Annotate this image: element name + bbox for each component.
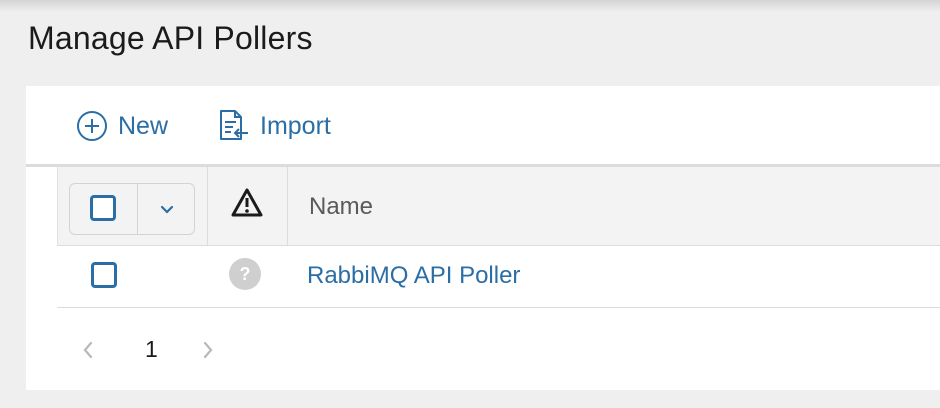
table-header: Name (57, 167, 940, 246)
select-group-divider (137, 184, 138, 234)
chevron-left-icon[interactable] (81, 340, 95, 365)
warning-icon[interactable] (230, 187, 264, 224)
page-title: Manage API Pollers (28, 20, 313, 56)
chevron-right-icon[interactable] (201, 340, 215, 365)
table-row: ? RabbiMQ API Poller (57, 246, 940, 308)
select-all-checkbox[interactable] (90, 195, 116, 221)
row-checkbox[interactable] (91, 262, 117, 288)
top-shadow (0, 0, 940, 12)
poller-name-link[interactable]: RabbiMQ API Poller (307, 262, 520, 290)
select-all-group (69, 183, 195, 235)
new-button[interactable]: New (76, 110, 168, 142)
new-label: New (118, 111, 169, 140)
column-header-name[interactable]: Name (309, 193, 373, 221)
plus-circle-icon (76, 110, 108, 142)
pagination: 1 (57, 308, 357, 368)
pollers-table: Name ? RabbiMQ API Poller (57, 167, 940, 308)
content-panel: New Import Name ? RabbiMQ API Poller 1 (26, 86, 940, 390)
page-number[interactable]: 1 (145, 336, 158, 363)
toolbar: New Import (26, 86, 940, 167)
import-icon (216, 109, 250, 143)
import-button[interactable]: Import (216, 110, 331, 142)
question-icon: ? (229, 258, 261, 290)
column-separator (207, 167, 208, 245)
chevron-down-icon[interactable] (156, 198, 178, 220)
import-label: Import (260, 111, 331, 140)
column-separator (287, 167, 288, 245)
